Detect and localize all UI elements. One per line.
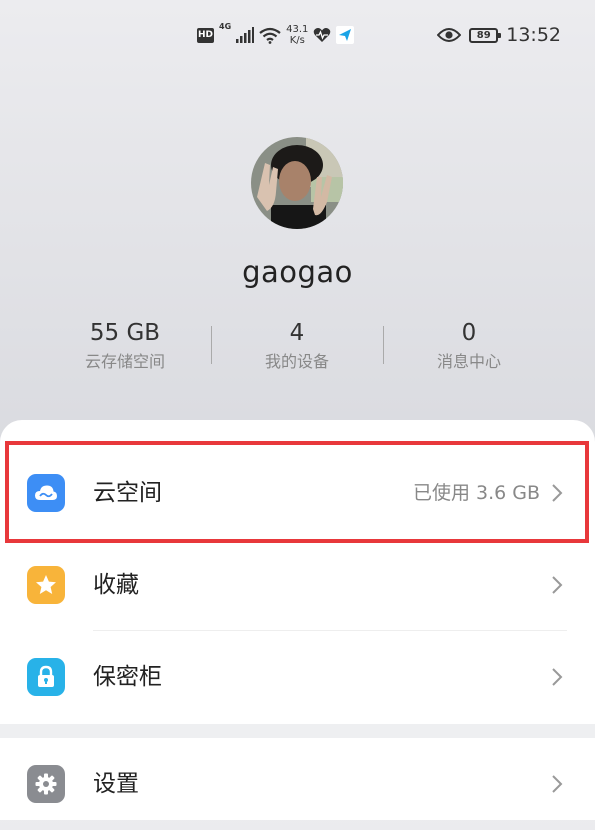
lock-icon (27, 658, 65, 696)
account-stats: 55 GB 云存储空间 4 我的设备 0 消息中心 (0, 318, 595, 382)
stat-divider (383, 326, 384, 364)
stat-value: 55 GB (89, 320, 161, 346)
stat-value: 4 (289, 320, 305, 346)
signal-icon (236, 27, 255, 43)
status-bar-left: HD 4G 43.1 K/s (197, 20, 355, 50)
speed-value: 43.1 (286, 24, 309, 35)
stat-label: 消息中心 (436, 352, 501, 371)
menu-item-favorites[interactable]: 收藏 (0, 539, 595, 629)
username[interactable]: gaogao (0, 255, 595, 289)
chevron-right-icon (552, 668, 563, 686)
stat-cloud-storage[interactable]: 55 GB 云存储空间 (50, 318, 200, 376)
highlight-box (5, 441, 589, 543)
stat-label: 云存储空间 (84, 352, 165, 371)
speed-unit: K/s (289, 35, 305, 46)
health-heart-icon (314, 28, 331, 42)
star-icon (27, 566, 65, 604)
network-type: 4G (219, 22, 232, 31)
stat-my-devices[interactable]: 4 我的设备 (222, 318, 372, 376)
menu-item-settings[interactable]: 设置 (0, 738, 595, 828)
network-speed: 43.1 K/s (286, 24, 308, 46)
wifi-icon (259, 27, 281, 44)
send-app-icon (336, 26, 355, 44)
chevron-right-icon (552, 775, 563, 793)
section-gap (0, 724, 595, 738)
eye-comfort-icon (437, 28, 462, 42)
avatar[interactable] (251, 137, 343, 229)
menu-item-label: 保密柜 (93, 664, 162, 690)
clock: 13:52 (506, 24, 561, 46)
menu-item-label: 设置 (93, 771, 139, 797)
stat-label: 我的设备 (264, 352, 329, 371)
status-bar: HD 4G 43.1 K/s 89 13:52 (0, 0, 595, 70)
stat-divider (211, 326, 212, 364)
status-bar-right: 89 13:52 (437, 20, 561, 50)
gear-icon (27, 765, 65, 803)
stat-message-center[interactable]: 0 消息中心 (394, 318, 544, 376)
battery-icon: 89 (469, 27, 502, 43)
hd-badge: HD (197, 27, 214, 43)
battery-level: 89 (476, 29, 491, 41)
menu-item-label: 收藏 (93, 572, 139, 598)
chevron-right-icon (552, 576, 563, 594)
stat-value: 0 (461, 320, 477, 346)
menu-item-safe[interactable]: 保密柜 (0, 631, 595, 721)
